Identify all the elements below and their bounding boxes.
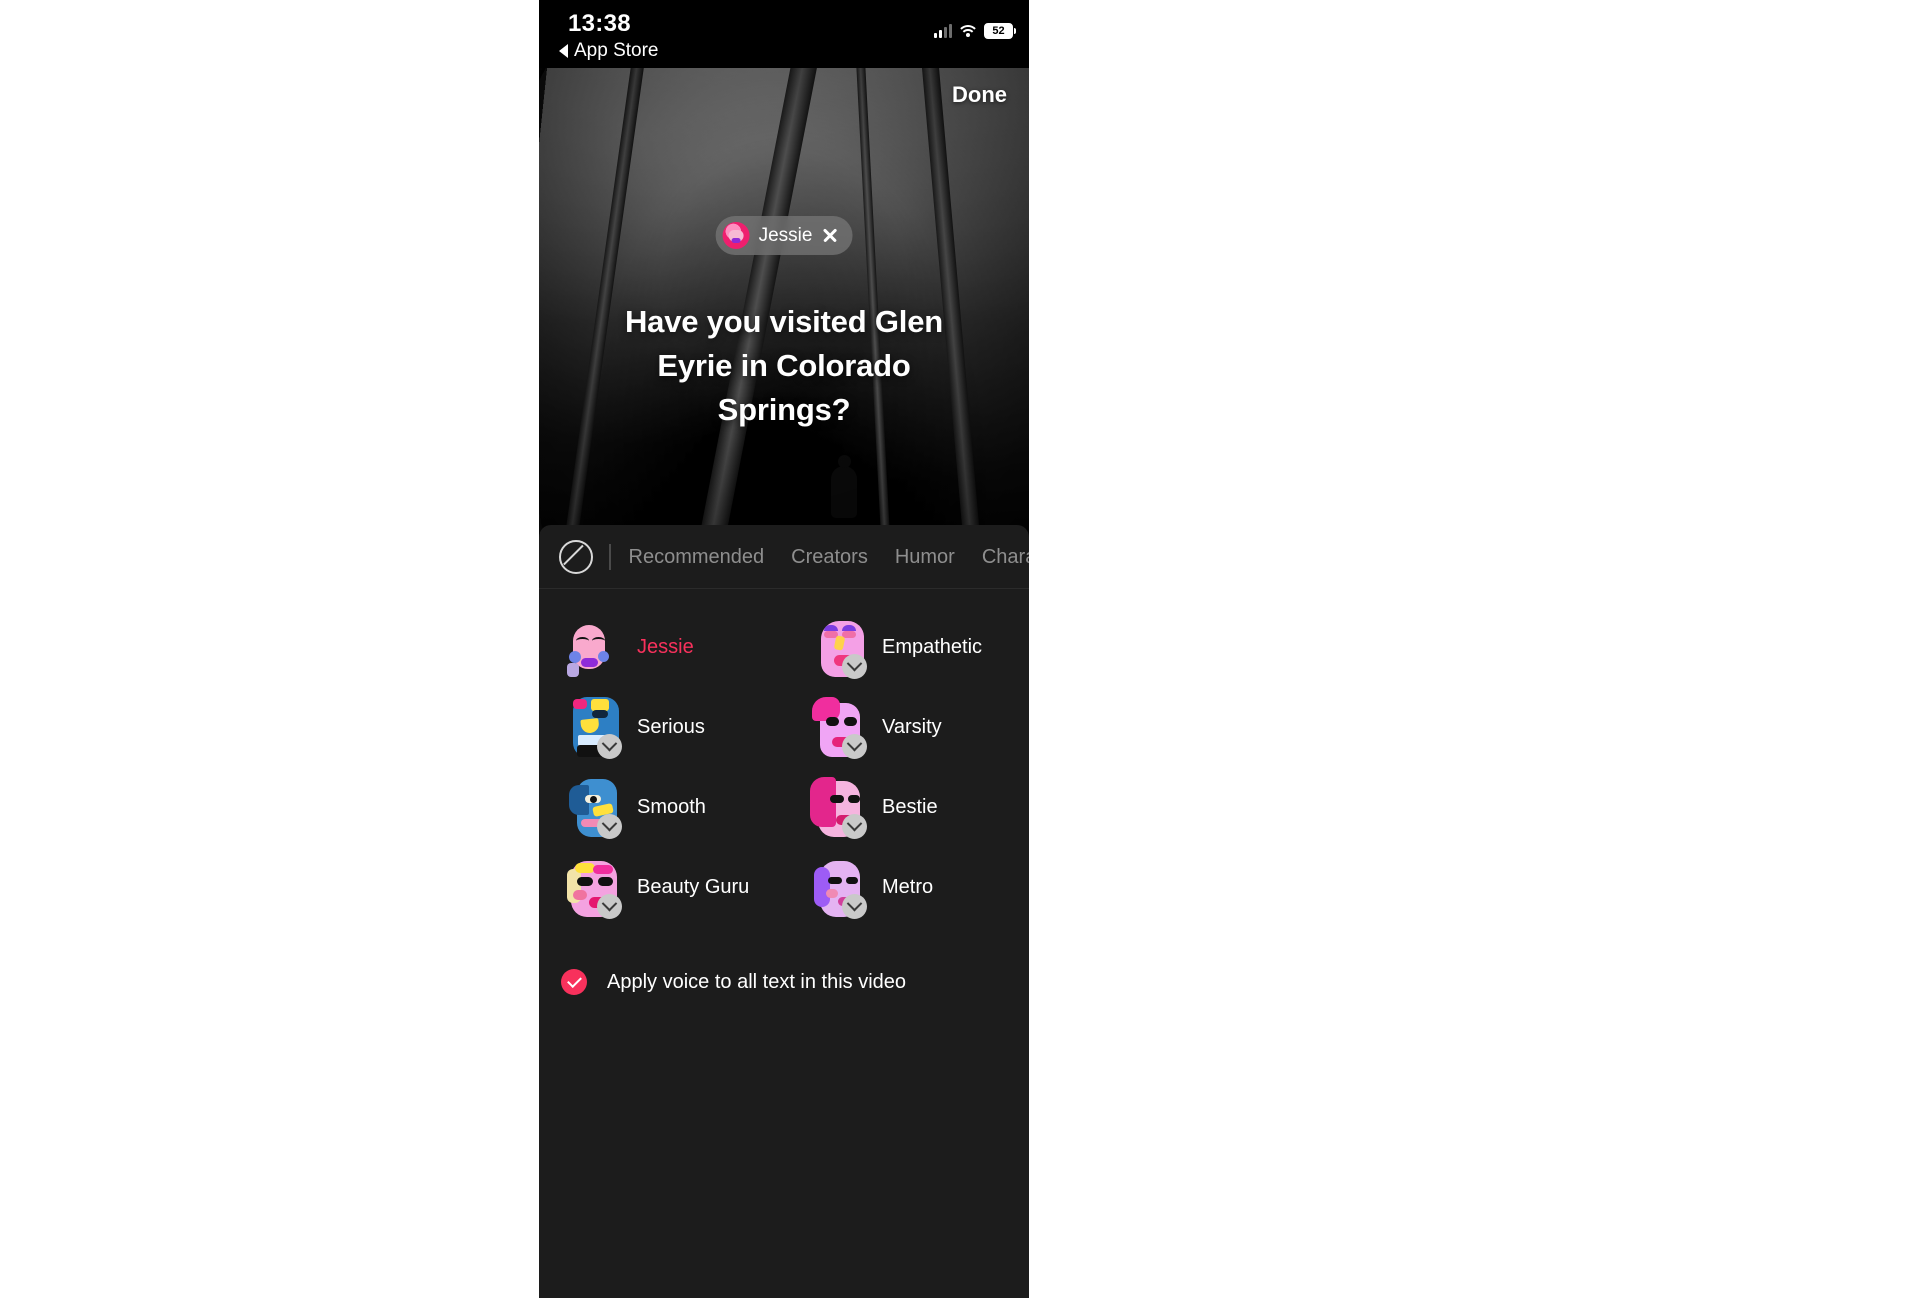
voice-name: Empathetic bbox=[882, 635, 983, 658]
voice-item-empathetic[interactable]: Empathetic bbox=[784, 607, 1029, 687]
battery-level: 52 bbox=[992, 24, 1005, 37]
close-icon[interactable] bbox=[821, 227, 838, 244]
voice-item-metro[interactable]: Metro bbox=[784, 847, 1029, 927]
voice-row: Beauty Guru Metro bbox=[539, 847, 1029, 927]
apply-voice-checkbox[interactable] bbox=[561, 969, 587, 995]
voice-item-jessie[interactable]: Jessie bbox=[539, 607, 784, 687]
download-icon[interactable] bbox=[842, 894, 867, 919]
voice-name: Metro bbox=[882, 875, 934, 898]
voice-tag-label: Jessie bbox=[758, 224, 813, 246]
avatar bbox=[559, 617, 619, 677]
download-icon[interactable] bbox=[842, 814, 867, 839]
jessie-avatar-icon bbox=[722, 222, 750, 249]
tab-divider bbox=[609, 544, 611, 570]
download-icon[interactable] bbox=[597, 814, 622, 839]
download-icon[interactable] bbox=[842, 734, 867, 759]
download-icon[interactable] bbox=[597, 894, 622, 919]
video-caption-text[interactable]: Have you visited Glen Eyrie in Colorado … bbox=[589, 300, 979, 432]
voice-item-varsity[interactable]: Varsity bbox=[784, 687, 1029, 767]
cellular-bars-icon bbox=[934, 24, 952, 38]
voice-name: Bestie bbox=[882, 795, 938, 818]
battery-icon: 52 bbox=[984, 23, 1016, 39]
voice-name: Jessie bbox=[637, 635, 694, 658]
avatar bbox=[804, 617, 867, 679]
tab-creators[interactable]: Creators bbox=[791, 546, 868, 569]
voice-item-bestie[interactable]: Bestie bbox=[784, 767, 1029, 847]
voice-item-smooth[interactable]: Smooth bbox=[539, 767, 784, 847]
checkmark-icon bbox=[566, 973, 582, 989]
voice-row: Jessie Empathetic bbox=[539, 607, 1029, 687]
voice-name: Beauty Guru bbox=[637, 875, 750, 898]
voice-grid: Jessie Empathetic Serious Varsity Smooth… bbox=[539, 589, 1029, 927]
no-voice-icon[interactable] bbox=[559, 540, 593, 574]
wifi-icon bbox=[957, 24, 979, 38]
voice-name: Smooth bbox=[637, 795, 706, 818]
tab-recommended[interactable]: Recommended bbox=[629, 546, 765, 569]
avatar bbox=[804, 777, 867, 839]
back-link-label: App Store bbox=[574, 40, 659, 61]
back-arrow-icon bbox=[559, 44, 568, 58]
voice-row: Serious Varsity bbox=[539, 687, 1029, 767]
voice-item-serious[interactable]: Serious bbox=[539, 687, 784, 767]
avatar bbox=[804, 857, 867, 919]
download-icon[interactable] bbox=[842, 654, 867, 679]
voice-row: Smooth Bestie bbox=[539, 767, 1029, 847]
screenshot-canvas: 13:38 52 App Store Done Jessie Have you … bbox=[0, 0, 1920, 1298]
tab-characters[interactable]: Chara bbox=[982, 546, 1029, 569]
status-bar-indicators: 52 bbox=[934, 23, 1016, 39]
avatar bbox=[559, 697, 622, 759]
avatar bbox=[559, 857, 622, 919]
apply-voice-label: Apply voice to all text in this video bbox=[607, 970, 907, 993]
voice-item-beauty-guru[interactable]: Beauty Guru bbox=[539, 847, 784, 927]
apply-voice-row[interactable]: Apply voice to all text in this video bbox=[539, 927, 1029, 995]
status-bar: 13:38 52 App Store bbox=[539, 0, 1029, 68]
back-to-app-store-link[interactable]: App Store bbox=[559, 40, 659, 62]
category-tabs[interactable]: Recommended Creators Humor Chara bbox=[539, 525, 1029, 589]
avatar bbox=[804, 697, 867, 759]
tabs-separator bbox=[539, 588, 1029, 589]
avatar bbox=[559, 777, 622, 839]
status-bar-time: 13:38 bbox=[568, 10, 631, 37]
phone-screen: 13:38 52 App Store Done Jessie Have you … bbox=[539, 0, 1029, 1298]
voice-name: Varsity bbox=[882, 715, 942, 738]
video-preview[interactable]: Done Jessie Have you visited Glen Eyrie … bbox=[539, 68, 1029, 533]
voice-name: Serious bbox=[637, 715, 705, 738]
download-icon[interactable] bbox=[597, 734, 622, 759]
voice-picker-sheet: Recommended Creators Humor Chara bbox=[539, 525, 1029, 1298]
voice-tag-pill[interactable]: Jessie bbox=[715, 216, 853, 255]
tab-humor[interactable]: Humor bbox=[895, 546, 955, 569]
done-button[interactable]: Done bbox=[952, 82, 1007, 108]
